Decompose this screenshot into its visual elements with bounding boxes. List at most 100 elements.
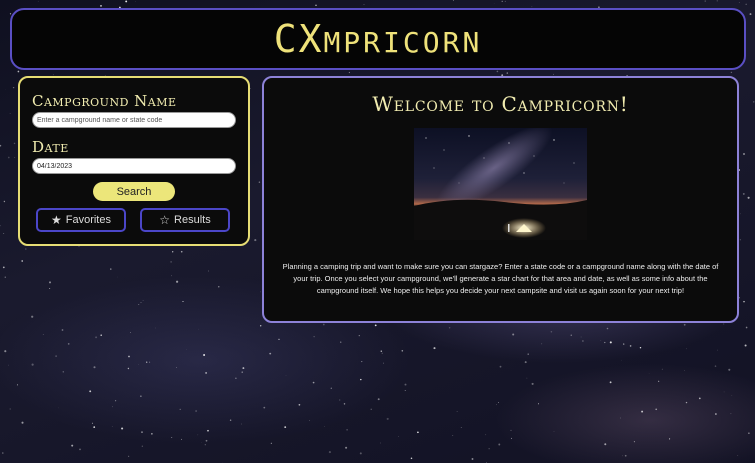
star-dot — [9, 408, 11, 410]
site-logo[interactable]: CXMPRICORN — [274, 20, 483, 58]
star-dot — [717, 349, 718, 351]
star-dot — [115, 400, 117, 402]
star-dot — [269, 352, 272, 355]
star-dot — [730, 71, 733, 74]
star-dot — [749, 13, 752, 16]
star-dot — [55, 355, 57, 357]
star-dot — [14, 157, 16, 158]
star-dot — [398, 436, 399, 437]
star-dot — [661, 368, 663, 370]
star-dot — [743, 300, 745, 303]
star-dot — [208, 270, 209, 272]
star-dot — [496, 404, 497, 406]
star-dot — [4, 350, 7, 353]
star-dot — [716, 0, 718, 2]
star-dot — [730, 413, 732, 415]
star-dot — [128, 455, 130, 457]
star-dot — [95, 336, 98, 339]
photo-illustration — [414, 128, 587, 240]
star-dot — [260, 291, 261, 293]
star-dot — [511, 437, 513, 439]
star-dot — [698, 397, 701, 400]
star-dot — [204, 444, 206, 446]
star-dot — [258, 181, 261, 183]
star-dot — [684, 370, 685, 372]
star-dot — [93, 426, 96, 428]
star-dot — [176, 280, 179, 283]
star-dot — [172, 251, 174, 253]
star-dot — [582, 340, 584, 342]
star-dot — [182, 300, 184, 303]
search-button[interactable]: Search — [93, 182, 175, 201]
date-input[interactable] — [32, 158, 236, 174]
star-dot — [61, 329, 64, 331]
star-dot — [195, 410, 198, 412]
favorites-button[interactable]: ★ Favorites — [36, 208, 126, 232]
star-outline-icon: ☆ — [159, 213, 171, 227]
star-dot — [452, 435, 454, 436]
star-dot — [71, 444, 74, 447]
star-dot — [89, 390, 92, 393]
star-dot — [683, 323, 686, 326]
star-dot — [241, 423, 242, 425]
star-dot — [31, 363, 34, 366]
star-dot — [485, 434, 487, 436]
star-dot — [142, 299, 144, 301]
results-button[interactable]: ☆ Results — [140, 208, 230, 232]
star-dot — [471, 458, 474, 460]
star-dot — [250, 88, 251, 89]
star-dot — [207, 429, 209, 432]
star-dot — [580, 336, 582, 338]
logo-main: CX — [273, 17, 324, 61]
campground-name-input[interactable] — [32, 112, 236, 128]
star-dot — [260, 325, 262, 327]
star-dot — [3, 200, 6, 203]
star-dot — [141, 431, 143, 433]
star-dot — [358, 335, 360, 337]
star-dot — [723, 391, 725, 393]
star-dot — [127, 367, 130, 370]
star-dot — [309, 420, 310, 421]
star-dot — [141, 445, 143, 447]
star-dot — [110, 268, 112, 270]
star-dot — [456, 411, 458, 412]
star-dot — [128, 355, 130, 358]
star-filled-icon: ★ — [50, 213, 62, 227]
star-dot — [346, 429, 348, 431]
star-dot — [417, 431, 419, 434]
star-dot — [330, 387, 332, 389]
star-dot — [21, 260, 24, 262]
star-dot — [498, 443, 501, 446]
star-dot — [460, 427, 462, 428]
star-dot — [205, 439, 208, 442]
star-dot — [323, 425, 325, 427]
star-dot — [140, 395, 142, 397]
star-dot — [552, 73, 554, 75]
star-dot — [620, 417, 622, 419]
star-dot — [361, 361, 363, 363]
star-dot — [322, 323, 325, 326]
welcome-panel: Welcome to Campricorn! Planning a campin… — [262, 76, 739, 323]
star-dot — [745, 3, 747, 5]
star-dot — [312, 381, 315, 384]
star-dot — [93, 366, 96, 369]
star-dot — [504, 0, 506, 2]
site-header: CXMPRICORN — [10, 8, 746, 70]
star-dot — [42, 334, 44, 335]
star-dot — [541, 343, 543, 345]
star-dot — [609, 381, 612, 384]
star-dot — [498, 402, 499, 404]
star-dot — [21, 421, 24, 424]
results-label: Results — [174, 214, 211, 226]
star-dot — [723, 323, 725, 325]
star-dot — [180, 250, 183, 253]
star-dot — [298, 403, 301, 406]
star-dot — [198, 328, 199, 330]
star-dot — [121, 427, 124, 430]
star-dot — [641, 410, 644, 413]
star-dot — [685, 401, 688, 404]
star-dot — [58, 407, 59, 409]
star-dot — [401, 350, 404, 352]
star-dot — [313, 336, 315, 338]
star-dot — [181, 438, 183, 440]
